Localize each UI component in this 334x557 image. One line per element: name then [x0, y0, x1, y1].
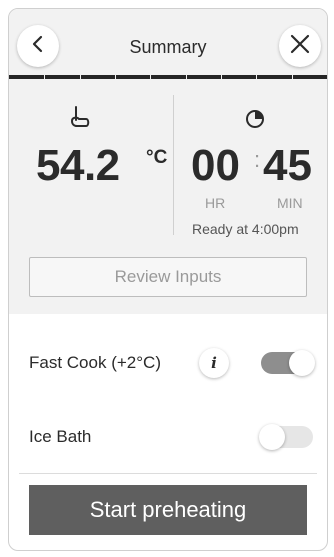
fast-cook-label: Fast Cook (+2°C) [29, 353, 161, 372]
temperature-unit: °C [146, 147, 168, 168]
minutes-label: MIN [277, 195, 303, 211]
review-inputs-button[interactable]: Review Inputs [29, 257, 307, 297]
toggle-knob [259, 424, 285, 450]
clock-icon [245, 109, 265, 134]
close-icon [288, 32, 312, 61]
ready-time-text: Ready at 4:00pm [192, 221, 299, 237]
toggle-knob [289, 350, 315, 376]
summary-card: Summary 54.2 °C 00: 45 HR MIN Ready at … [8, 8, 328, 551]
time-hours: 00 [191, 141, 240, 190]
time-separator: : [254, 147, 261, 172]
header-bar: Summary [9, 9, 327, 75]
row-divider [19, 473, 317, 474]
fast-cook-toggle[interactable] [261, 350, 315, 376]
info-icon: i [211, 354, 217, 372]
probe-icon [69, 105, 91, 136]
info-button[interactable]: i [199, 348, 229, 378]
hours-label: HR [205, 195, 226, 211]
cook-summary-panel: 54.2 °C 00 : 45 HR MIN Ready at 4:00pm R… [9, 79, 327, 314]
fast-cook-row: Fast Cook (+2°C) i [9, 327, 327, 401]
start-preheating-button[interactable]: Start preheating [29, 485, 307, 535]
time-minutes: 45 [263, 141, 312, 190]
ice-bath-row: Ice Bath [9, 401, 327, 475]
ice-bath-label: Ice Bath [29, 427, 92, 446]
vertical-divider [173, 95, 174, 235]
close-button[interactable] [279, 25, 321, 67]
temperature-value: 54.2 [36, 141, 120, 190]
ice-bath-toggle[interactable] [259, 424, 313, 450]
